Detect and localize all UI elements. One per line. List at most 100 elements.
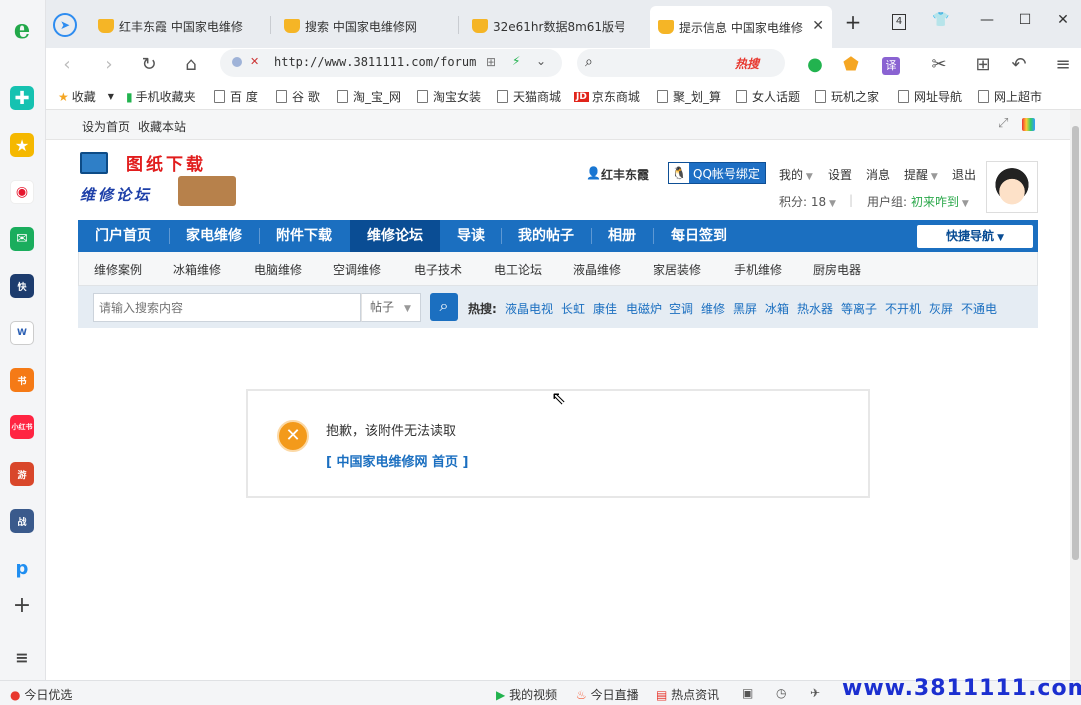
search-box[interactable]: ⌕ 热搜 — [577, 49, 785, 77]
bookmark-item[interactable]: 网上超市 — [978, 88, 1042, 105]
settings-link[interactable]: 设置 — [828, 166, 852, 183]
dropdown-icon[interactable]: ⌄ — [536, 54, 546, 68]
tab-active[interactable]: 提示信息 中国家电维修 ✕ — [650, 6, 832, 48]
speed-news-icon[interactable]: 快 — [10, 274, 34, 298]
user-group-value[interactable]: 初来咋到 ▼ — [911, 193, 969, 210]
points-label[interactable]: 积分: 18 ▼ — [779, 193, 836, 210]
p-app-icon[interactable]: p — [10, 556, 34, 580]
close-window-button[interactable]: ✕ — [1052, 12, 1074, 28]
hot-news[interactable]: ▤ 热点资讯 — [656, 686, 719, 703]
tab-1[interactable]: 红丰东霞 中国家电维修 — [90, 8, 246, 44]
home-icon[interactable]: ⌂ — [178, 54, 204, 75]
document-icon[interactable]: W — [10, 321, 34, 345]
address-bar[interactable]: ✕ http://www.3811111.com/forum ⊞ ⚡ ⌄ — [220, 49, 562, 77]
my-menu[interactable]: 我的 ▼ — [779, 166, 813, 183]
image-icon[interactable]: ▣ — [742, 686, 753, 700]
new-tab-button[interactable]: + — [842, 10, 864, 34]
hot-search-link[interactable]: 不开机 — [885, 300, 921, 317]
bookmark-item[interactable]: 天猫商城 — [497, 88, 561, 105]
subnav-item[interactable]: 电子技术 — [414, 261, 462, 278]
today-live[interactable]: ♨ 今日直播 — [576, 686, 639, 703]
bookmark-favorites[interactable]: ★ 收藏 ▼ — [58, 88, 114, 105]
logout-link[interactable]: 退出 — [952, 166, 976, 183]
favorites-star-icon[interactable]: ★ — [10, 133, 34, 157]
tab-count-button[interactable]: 4 — [892, 14, 906, 30]
minimize-button[interactable]: — — [976, 12, 998, 28]
subnav-item[interactable]: 手机维修 — [734, 261, 782, 278]
hot-search-link[interactable]: 冰箱 — [765, 300, 789, 317]
vertical-scrollbar[interactable] — [1070, 110, 1081, 680]
nav-my-posts[interactable]: 我的帖子 — [502, 220, 590, 252]
reminders-menu[interactable]: 提醒 ▼ — [904, 166, 938, 183]
daily-picks[interactable]: ● 今日优选 — [10, 686, 72, 703]
nav-attachment-download[interactable]: 附件下载 — [260, 220, 348, 252]
color-theme-icon[interactable] — [1022, 118, 1035, 131]
bookmark-item[interactable]: 百 度 — [214, 88, 258, 105]
hot-search-link[interactable]: 黑屏 — [733, 300, 757, 317]
fullscreen-icon[interactable]: ⤢ — [998, 116, 1008, 131]
subnav-item[interactable]: 电脑维修 — [254, 261, 302, 278]
tab-3[interactable]: 32e61hr数据8m61版号 5 — [464, 8, 624, 44]
bookmark-item[interactable]: 淘宝女装 — [417, 88, 481, 105]
hot-search-link[interactable]: 不通电 — [961, 300, 997, 317]
maximize-button[interactable]: ☐ — [1014, 12, 1036, 28]
back-icon[interactable]: ‹ — [54, 54, 80, 75]
qq-bind-button[interactable]: 🐧 QQ帐号绑定 — [668, 162, 766, 184]
apps-icon[interactable]: ⊞ — [970, 54, 996, 75]
green-app-icon[interactable]: ● — [802, 54, 828, 75]
nav-daily-checkin[interactable]: 每日签到 — [654, 220, 744, 252]
bookmark-item[interactable]: 玩机之家 — [815, 88, 879, 105]
plus-app-icon[interactable]: ✚ — [10, 86, 34, 110]
nav-repair-forum[interactable]: 维修论坛 — [350, 220, 440, 252]
weibo-icon[interactable]: ◉ — [10, 180, 34, 204]
free-novel-icon[interactable]: 书 — [10, 368, 34, 392]
scissors-icon[interactable]: ✂ — [926, 54, 952, 75]
skin-icon[interactable]: 👕 — [930, 12, 952, 28]
subnav-item[interactable]: 空调维修 — [333, 261, 381, 278]
hot-search-link[interactable]: 维修 — [701, 300, 725, 317]
quick-nav-button[interactable]: 快捷导航 ▼ — [917, 225, 1033, 248]
forward-icon[interactable]: › — [96, 54, 122, 75]
bookmark-item[interactable]: 网址导航 — [898, 88, 962, 105]
bookmark-item[interactable]: 谷 歌 — [276, 88, 320, 105]
search-type-select[interactable]: 帖子 ▼ — [361, 293, 421, 322]
undo-icon[interactable]: ↶ — [1006, 54, 1032, 75]
hot-search-link[interactable]: 等离子 — [841, 300, 877, 317]
bolt-icon[interactable]: ⚡ — [512, 54, 520, 68]
mail-icon[interactable]: ✉ — [10, 227, 34, 251]
history-icon[interactable]: ◷ — [776, 686, 786, 700]
site-logo[interactable]: 图纸下载 维修论坛 — [78, 148, 238, 210]
subnav-item[interactable]: 维修案例 — [94, 261, 142, 278]
scrollbar-thumb[interactable] — [1072, 126, 1079, 560]
main-menu-icon[interactable]: ≡ — [1050, 54, 1076, 75]
game2-icon[interactable]: 战 — [10, 509, 34, 533]
homepage-link[interactable]: [ 中国家电维修网 首页 ] — [326, 451, 468, 470]
rocket-icon[interactable]: ✈ — [810, 686, 820, 700]
avatar[interactable] — [986, 161, 1038, 213]
bookmark-item[interactable]: 淘_宝_网 — [337, 88, 401, 105]
menu-list-icon[interactable]: ≡ — [10, 645, 34, 669]
tab-2[interactable]: 搜索 中国家电维修网 — [276, 8, 456, 44]
nav-portal-home[interactable]: 门户首页 — [78, 220, 168, 252]
subnav-item[interactable]: 电工论坛 — [494, 261, 542, 278]
bookmark-site-link[interactable]: 收藏本站 — [138, 118, 186, 135]
hot-search-link[interactable]: 灰屏 — [929, 300, 953, 317]
subnav-item[interactable]: 家居装修 — [653, 261, 701, 278]
grid-icon[interactable]: ⊞ — [486, 55, 496, 69]
nav-album[interactable]: 相册 — [592, 220, 652, 252]
bookmark-item[interactable]: 聚_划_算 — [657, 88, 721, 105]
search-button[interactable]: ⌕ — [430, 293, 458, 321]
refresh-icon[interactable]: ↻ — [136, 54, 162, 75]
hot-search-link[interactable]: 康佳 — [593, 300, 617, 317]
set-homepage-link[interactable]: 设为首页 — [82, 118, 130, 135]
add-icon[interactable]: + — [10, 593, 34, 617]
shield-icon[interactable]: ⬟ — [838, 54, 864, 75]
close-tab-icon[interactable]: ✕ — [812, 18, 824, 34]
game-icon[interactable]: 游 — [10, 462, 34, 486]
hot-search-link[interactable]: 电磁炉 — [626, 300, 662, 317]
hot-search-link[interactable]: 长虹 — [561, 300, 585, 317]
hot-search-link[interactable]: 热水器 — [797, 300, 833, 317]
username[interactable]: 红丰东霞 — [601, 166, 649, 183]
messages-link[interactable]: 消息 — [866, 166, 890, 183]
ie-logo-icon[interactable]: e — [10, 18, 34, 42]
